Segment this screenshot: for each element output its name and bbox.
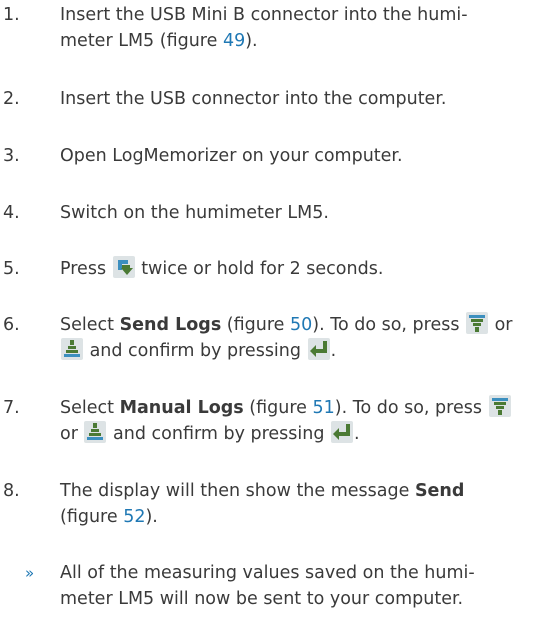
step-text: Select Manual Logs (figure 51). To do so…	[60, 395, 557, 447]
enter-icon	[307, 338, 330, 360]
step-line: Select Manual Logs (figure 51). To do so…	[60, 395, 557, 421]
step-text: Select Send Logs (figure 50). To do so, …	[60, 312, 557, 364]
step-text: Press twice or hold for 2 seconds.	[60, 256, 557, 282]
step-line: Select Send Logs (figure 50). To do so, …	[60, 312, 557, 338]
step-text: Insert the USB Mini B connector into the…	[60, 2, 557, 54]
scroll-up-icon	[84, 421, 107, 443]
menu-option: Send Logs	[119, 315, 222, 335]
figure-link[interactable]: 52	[123, 507, 145, 527]
result-line: meter LM5 will now be sent to your compu…	[60, 589, 464, 609]
step-number: 3.	[3, 146, 20, 166]
step-line: meter LM5 (figure 49).	[60, 31, 258, 51]
figure-link[interactable]: 49	[223, 31, 245, 51]
step-text: The display will then show the message S…	[60, 478, 557, 530]
display-message: Send	[414, 481, 465, 501]
step-line: and confirm by pressing .	[60, 338, 557, 364]
step-number: 8.	[3, 481, 20, 501]
result-text: All of the measuring values saved on the…	[60, 560, 557, 612]
menu-arrow-icon	[112, 256, 135, 278]
scroll-down-icon	[488, 395, 511, 417]
result-line: All of the measuring values saved on the…	[60, 563, 475, 583]
result-bullet: »	[25, 564, 35, 582]
step-line: The display will then show the message S…	[60, 481, 465, 501]
step-text: Switch on the humimeter LM5.	[60, 203, 329, 223]
step-number: 6.	[3, 315, 20, 335]
step-number: 4.	[3, 203, 20, 223]
scroll-down-icon	[466, 312, 489, 334]
step-number: 5.	[3, 259, 20, 279]
figure-link[interactable]: 50	[290, 315, 312, 335]
step-line: Insert the USB Mini B connector into the…	[60, 5, 468, 25]
step-line: or and confirm by pressing .	[60, 421, 557, 447]
step-text: Insert the USB connector into the comput…	[60, 89, 447, 109]
step-number: 1.	[3, 5, 20, 25]
menu-option: Manual Logs	[119, 398, 244, 418]
step-number: 2.	[3, 89, 20, 109]
figure-link[interactable]: 51	[313, 398, 335, 418]
scroll-up-icon	[61, 338, 83, 360]
step-text: Open LogMemorizer on your computer.	[60, 146, 403, 166]
enter-icon	[331, 421, 354, 443]
step-number: 7.	[3, 398, 20, 418]
step-line: (figure 52).	[60, 507, 158, 527]
